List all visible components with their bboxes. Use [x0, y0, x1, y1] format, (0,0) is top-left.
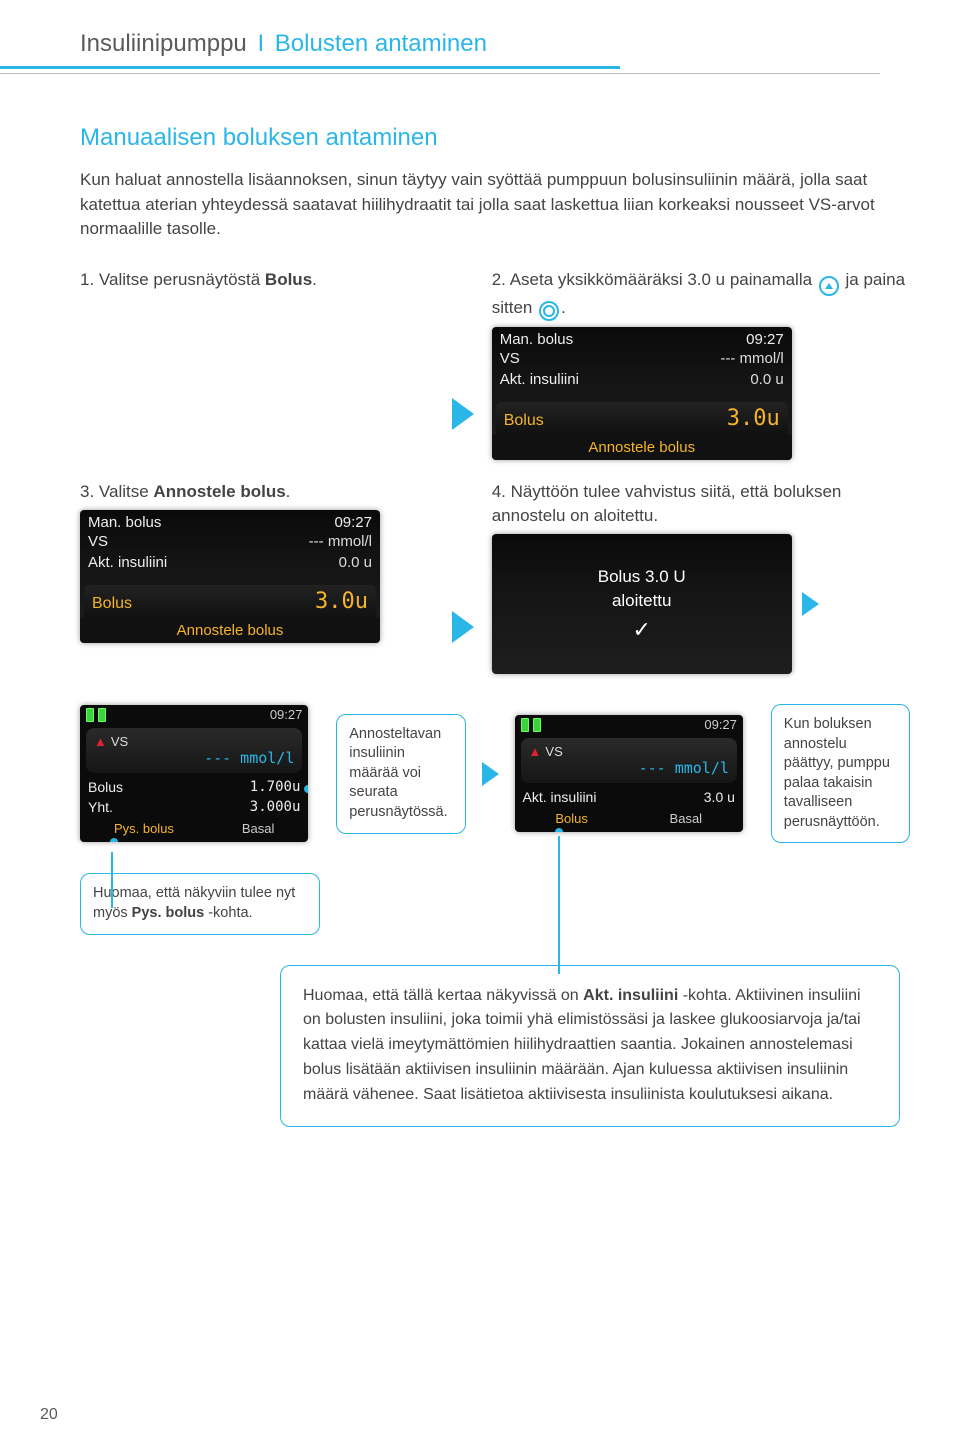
home-time: 09:27: [704, 717, 737, 732]
lead-dot: [555, 828, 563, 832]
lead-dot: [304, 785, 308, 793]
screen-title: Man. bolus: [500, 331, 573, 348]
akt-value: 0.0 u: [750, 371, 783, 388]
intro-paragraph: Kun haluat annostella lisäannoksen, sinu…: [80, 168, 910, 242]
akt-value: 3.0 u: [704, 789, 735, 805]
akt-label: Akt. insuliini: [523, 789, 597, 805]
pump-screen-step2: Man. bolus 09:27 VS --- mmol/l Akt. insuli…: [492, 327, 792, 460]
bolus-value: 3.0u: [727, 406, 780, 431]
step-2-label: 2. Aseta yksikkömääräksi 3.0 u painamall…: [492, 268, 910, 322]
vs-label: VS: [500, 350, 520, 367]
step-row-1: 1. Valitse perusnäytöstä Bolus. 2. Aseta…: [80, 268, 910, 461]
header-sep: I: [257, 30, 264, 57]
step-row-2: 3. Valitse Annostele bolus. Man. bolus09…: [80, 480, 910, 674]
page-number: 20: [40, 1406, 58, 1424]
callout-pysbolus: Huomaa, että näkyviin tulee nyt myös Pys…: [80, 873, 320, 934]
home-screens-row: 09:27 ▲VS --- mmol/l Bolus1.700u Yht.3.0…: [80, 704, 910, 843]
step-1-label: 1. Valitse perusnäytöstä Bolus.: [80, 268, 444, 292]
akt-label: Akt. insuliini: [500, 371, 579, 388]
lead-dot: [110, 838, 118, 842]
step-4-label: 4. Näyttöön tulee vahvistus siitä, että …: [492, 480, 910, 528]
page-title: Manuaalisen boluksen antaminen: [80, 124, 910, 152]
page-header: Insuliinipumppu I Bolusten antaminen: [80, 30, 910, 74]
yht-label: Yht.: [88, 799, 113, 815]
confirm-line2: aloitettu: [612, 591, 672, 610]
battery-icon: [86, 708, 106, 722]
bolus-label: Bolus: [504, 412, 544, 430]
lead-line: [558, 836, 560, 974]
arrow-right-icon: [482, 762, 499, 786]
pump-screen-step3: Man. bolus09:27 VS--- mmol/l Akt. insuli…: [80, 510, 380, 643]
basal-softkey: Basal: [670, 811, 703, 826]
up-icon: [819, 276, 839, 296]
lead-line: [111, 852, 113, 908]
vs-value: --- mmol/l: [720, 350, 783, 367]
check-icon: ✓: [633, 617, 651, 643]
callout-insulin-amount: Annosteltavan insuliinin määrää voi seur…: [336, 714, 465, 834]
arrow-right-icon: [802, 592, 819, 616]
screen-footer: Annostele bolus: [492, 435, 792, 460]
pump-screen-confirm: Bolus 3.0 U aloitettu ✓: [492, 534, 792, 674]
home-screen-1: 09:27 ▲ VS --- mmol/l Bolus 1.700u Yht. 3.0…: [80, 705, 308, 842]
warn-icon: ▲: [529, 744, 542, 759]
header-rule-thin: [0, 73, 880, 74]
callout-akt-insuliini: Huomaa, että tällä kertaa näkyvissä on A…: [280, 965, 900, 1127]
vs-dash: --- mmol/l: [204, 749, 294, 767]
callout-return-home: Kun boluksen annostelu päättyy, pumppu p…: [771, 704, 910, 843]
bolus-value: 1.700u: [250, 779, 301, 795]
ok-icon: [539, 301, 559, 321]
header-device: Insuliinipumppu: [80, 30, 247, 57]
step-3-label: 3. Valitse Annostele bolus.: [80, 480, 444, 504]
battery-icon: [521, 718, 541, 732]
bolus-label: Bolus: [88, 779, 123, 795]
home-time: 09:27: [270, 707, 303, 722]
arrow-right-icon: [452, 611, 474, 643]
screen-time: 09:27: [746, 331, 784, 348]
vs-label: VS: [111, 734, 128, 749]
header-rule-accent: [0, 66, 620, 69]
confirm-line1: Bolus 3.0 U: [598, 567, 686, 586]
vs-dash: --- mmol/l: [639, 759, 729, 777]
vs-label: VS: [545, 744, 562, 759]
arrow-right-icon: [452, 398, 474, 430]
bolus-softkey: Bolus: [555, 811, 588, 826]
pysbolus-softkey: Pys. bolus: [114, 821, 174, 836]
header-section: Bolusten antaminen: [275, 30, 487, 57]
home-screen-2: 09:27 ▲VS --- mmol/l Akt. insuliini 3.0 u…: [515, 715, 743, 832]
yht-value: 3.000u: [250, 799, 301, 815]
warn-icon: ▲: [94, 734, 107, 749]
basal-softkey: Basal: [242, 821, 275, 836]
